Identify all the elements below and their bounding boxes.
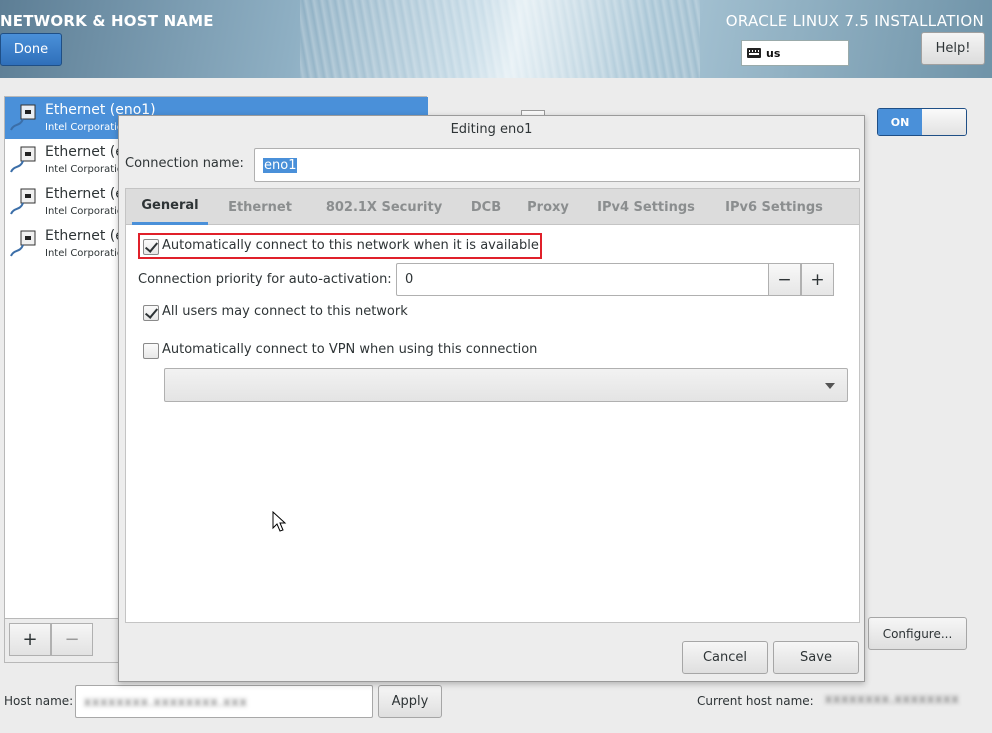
device-vendor: Intel Corporation: [45, 164, 130, 175]
priority-increment-button[interactable]: +: [801, 263, 834, 296]
device-vendor: Intel Corporation: [45, 248, 130, 259]
device-name: Ethernet (e: [45, 186, 124, 202]
tab-ethernet[interactable]: Ethernet: [222, 189, 298, 225]
tab-dcb[interactable]: DCB: [464, 189, 508, 225]
save-button[interactable]: Save: [773, 641, 859, 674]
device-name: Ethernet (e: [45, 144, 124, 160]
keyboard-icon: [747, 48, 761, 58]
general-settings-panel: Automatically connect to this network wh…: [125, 225, 860, 623]
all-users-label: All users may connect to this network: [162, 304, 408, 319]
priority-input[interactable]: 0: [396, 263, 770, 296]
toggle-knob: [922, 109, 966, 135]
apply-button[interactable]: Apply: [378, 685, 442, 718]
current-hostname-value: xxxxxxxx.xxxxxxxx: [825, 692, 959, 707]
header-decoration: [300, 0, 700, 78]
hostname-input[interactable]: xxxxxxxx.xxxxxxxx.xxx: [75, 685, 373, 718]
mouse-pointer-icon: [272, 511, 287, 532]
keyboard-layout-label: us: [766, 46, 781, 60]
priority-decrement-button[interactable]: −: [768, 263, 801, 296]
tab-general[interactable]: General: [132, 189, 208, 225]
screen-title: NETWORK & HOST NAME: [0, 12, 214, 30]
chevron-down-icon: [825, 383, 835, 389]
auto-connect-label: Automatically connect to this network wh…: [162, 238, 539, 253]
header-bar: NETWORK & HOST NAME ORACLE LINUX 7.5 INS…: [0, 0, 992, 78]
connection-toggle[interactable]: ON: [877, 108, 967, 136]
device-vendor: Intel Corporation: [45, 206, 130, 217]
configure-button[interactable]: Configure...: [868, 617, 967, 650]
done-button[interactable]: Done: [0, 33, 62, 66]
vpn-select[interactable]: [164, 368, 848, 402]
ethernet-cable-icon: [10, 230, 36, 257]
ethernet-cable-icon: [10, 146, 36, 173]
hostname-value-blurred: xxxxxxxx.xxxxxxxx.xxx: [84, 694, 248, 709]
product-title: ORACLE LINUX 7.5 INSTALLATION: [725, 12, 984, 30]
ethernet-cable-icon: [10, 104, 36, 131]
tab-ipv4-settings[interactable]: IPv4 Settings: [590, 189, 702, 225]
connection-name-label: Connection name:: [125, 156, 244, 171]
priority-label: Connection priority for auto-activation:: [138, 272, 392, 287]
connection-name-value: eno1: [263, 157, 298, 173]
dialog-tab-bar: General Ethernet 802.1X Security DCB Pro…: [125, 188, 860, 225]
edit-connection-dialog: Editing eno1 Connection name: eno1 Gener…: [118, 115, 865, 682]
remove-device-button[interactable]: −: [51, 623, 93, 656]
keyboard-layout-indicator[interactable]: us: [741, 40, 849, 66]
all-users-checkbox[interactable]: [143, 305, 159, 321]
current-hostname-label: Current host name:: [697, 694, 814, 708]
device-vendor: Intel Corporation: [45, 122, 130, 133]
device-name: Ethernet (e: [45, 228, 124, 244]
dialog-title: Editing eno1: [450, 122, 533, 137]
connection-name-input[interactable]: eno1: [254, 148, 860, 182]
vpn-auto-connect-label: Automatically connect to VPN when using …: [162, 342, 538, 357]
auto-connect-checkbox[interactable]: [143, 239, 159, 255]
tab-8021x-security[interactable]: 802.1X Security: [318, 189, 450, 225]
tab-ipv6-settings[interactable]: IPv6 Settings: [718, 189, 830, 225]
current-hostname-blurred: xxxxxxxx.xxxxxxxx: [825, 692, 960, 706]
vpn-auto-connect-checkbox[interactable]: [143, 343, 159, 359]
cancel-button[interactable]: Cancel: [682, 641, 768, 674]
add-device-button[interactable]: +: [9, 623, 51, 656]
ethernet-cable-icon: [10, 188, 36, 215]
hostname-label: Host name:: [4, 694, 74, 708]
help-button[interactable]: Help!: [921, 32, 985, 65]
tab-proxy[interactable]: Proxy: [523, 189, 573, 225]
toggle-on-label: ON: [878, 109, 922, 135]
